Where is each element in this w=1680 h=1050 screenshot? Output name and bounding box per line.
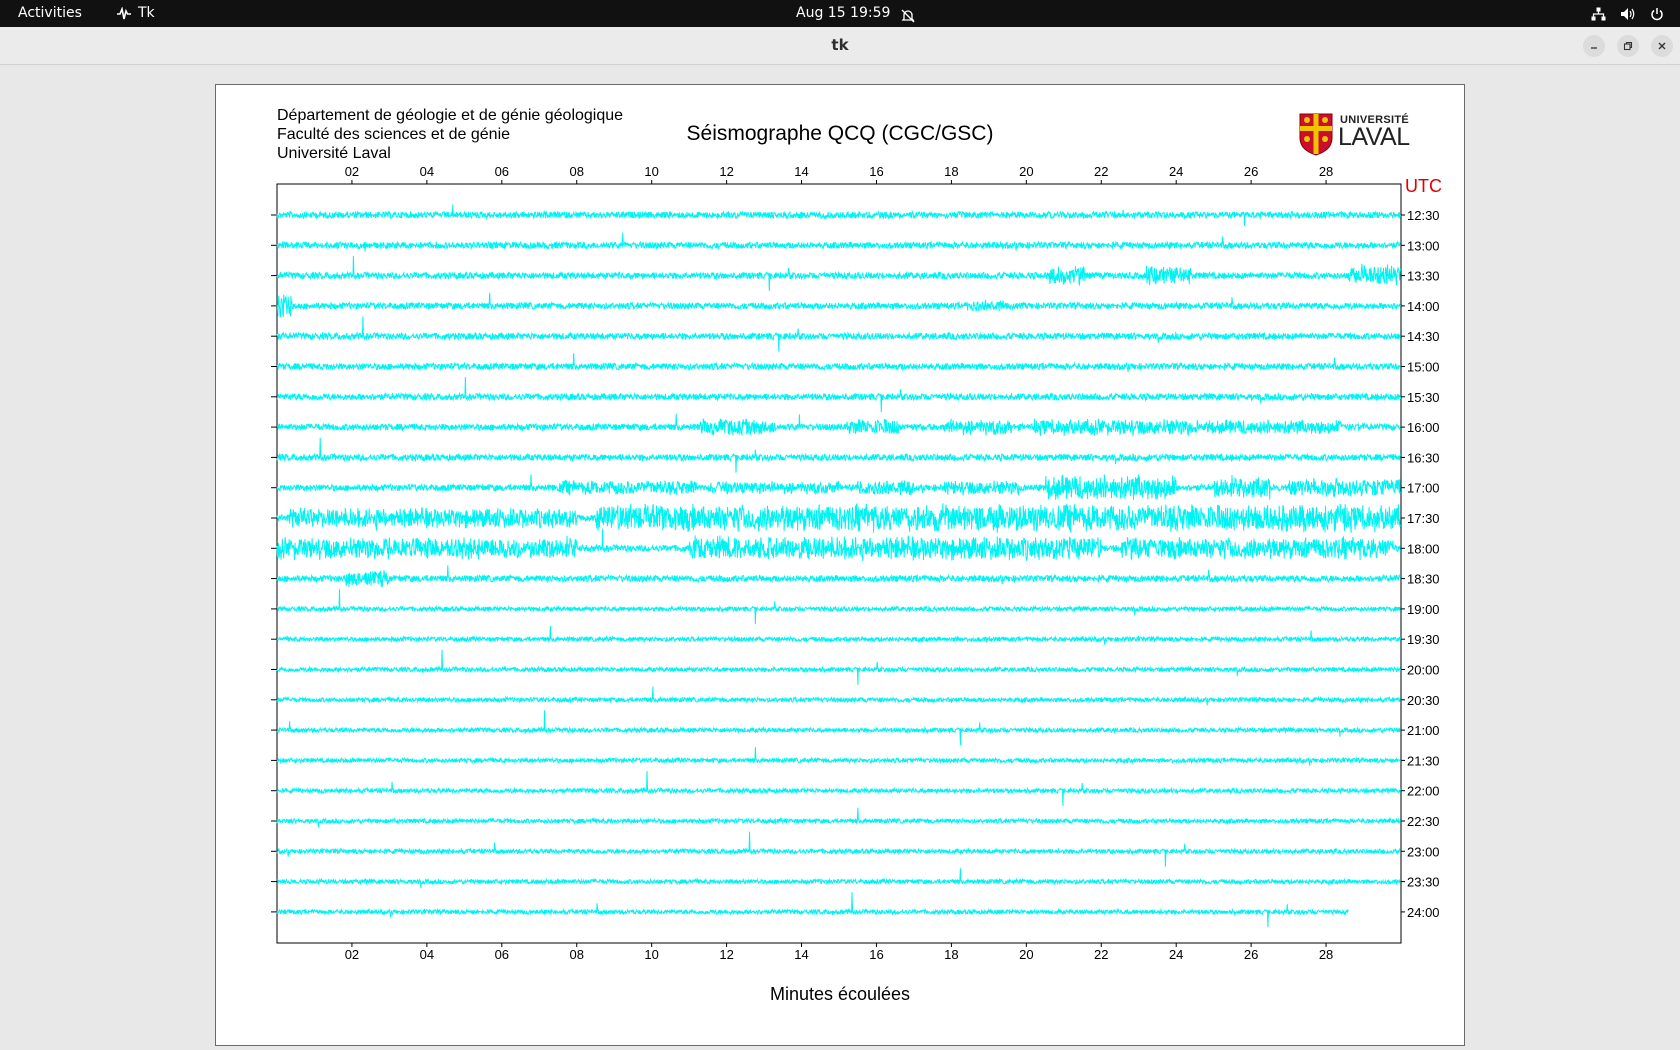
seismic-trace [276, 316, 1402, 352]
row-time-label: 20:30 [1407, 693, 1440, 708]
x-tick-label-bottom: 14 [794, 947, 808, 962]
seismic-trace [276, 502, 1402, 533]
seismic-trace [276, 649, 1402, 685]
x-tick-label-top: 16 [869, 164, 883, 179]
seismic-trace [276, 892, 1349, 928]
seismic-trace [276, 255, 1402, 291]
row-time-label: 13:30 [1407, 269, 1440, 284]
x-tick-label-bottom: 02 [345, 947, 359, 962]
row-time-label: 21:00 [1407, 723, 1440, 738]
x-tick-label-bottom: 04 [420, 947, 434, 962]
row-time-label: 16:00 [1407, 420, 1440, 435]
seismic-trace [276, 710, 1401, 746]
seismic-trace [276, 353, 1402, 373]
x-tick-label-top: 12 [719, 164, 733, 179]
x-tick-label-bottom: 18 [944, 947, 958, 962]
x-tick-label-bottom: 24 [1169, 947, 1183, 962]
seismic-trace [276, 589, 1401, 625]
row-time-label: 20:00 [1407, 663, 1440, 678]
row-time-label: 14:30 [1407, 329, 1440, 344]
row-time-label: 15:00 [1407, 360, 1440, 375]
row-time-label: 12:30 [1407, 208, 1440, 223]
x-tick-label-bottom: 28 [1319, 947, 1333, 962]
x-tick-label-bottom: 26 [1244, 947, 1258, 962]
row-time-label: 15:30 [1407, 390, 1440, 405]
seismic-trace [276, 565, 1402, 588]
row-time-label: 17:00 [1407, 481, 1440, 496]
helicorder-plot: 02 02 04 04 06 06 08 08 10 10 12 12 14 14 16 16 18 18 20 20… [271, 164, 1440, 962]
x-tick-label-top: 10 [644, 164, 658, 179]
row-time-label: 24:00 [1407, 905, 1440, 920]
x-tick-label-bottom: 06 [495, 947, 509, 962]
x-tick-label-bottom: 16 [869, 947, 883, 962]
row-time-label: 23:00 [1407, 844, 1440, 859]
seismic-trace [276, 831, 1401, 867]
x-tick-label-top: 22 [1094, 164, 1108, 179]
seismic-trace [276, 868, 1402, 889]
seismic-trace [276, 204, 1402, 226]
x-tick-label-top: 02 [345, 164, 359, 179]
row-time-label: 21:30 [1407, 753, 1440, 768]
row-time-label: 23:30 [1407, 875, 1440, 890]
row-time-label: 14:00 [1407, 299, 1440, 314]
x-tick-label-top: 20 [1019, 164, 1033, 179]
row-time-label: 16:30 [1407, 450, 1440, 465]
x-tick-label-top: 24 [1169, 164, 1183, 179]
x-tick-label-top: 04 [420, 164, 434, 179]
x-tick-label-top: 14 [794, 164, 808, 179]
x-tick-label-bottom: 08 [569, 947, 583, 962]
seismic-trace [276, 686, 1402, 706]
seismic-trace [276, 377, 1402, 413]
x-tick-label-top: 28 [1319, 164, 1333, 179]
row-time-label: 17:30 [1407, 511, 1440, 526]
seismic-trace [276, 770, 1402, 807]
x-tick-label-top: 18 [944, 164, 958, 179]
row-time-label: 18:30 [1407, 572, 1440, 587]
seismic-trace [276, 747, 1402, 766]
x-tick-label-bottom: 22 [1094, 947, 1108, 962]
x-tick-label-top: 08 [569, 164, 583, 179]
row-time-label: 18:00 [1407, 541, 1440, 556]
row-time-label: 13:00 [1407, 238, 1440, 253]
x-tick-label-bottom: 10 [644, 947, 658, 962]
x-tick-label-top: 26 [1244, 164, 1258, 179]
seismic-trace [276, 528, 1402, 562]
seismic-trace [276, 807, 1402, 828]
x-tick-label-top: 06 [495, 164, 509, 179]
row-time-label: 22:00 [1407, 784, 1440, 799]
x-tick-label-bottom: 20 [1019, 947, 1033, 962]
x-tick-label-bottom: 12 [719, 947, 733, 962]
row-time-label: 19:00 [1407, 602, 1440, 617]
seismic-trace [276, 232, 1401, 252]
seismic-trace [276, 437, 1402, 473]
seismic-trace [276, 474, 1402, 500]
seismic-trace [276, 625, 1402, 645]
seismic-trace [276, 413, 1402, 437]
seismic-trace [276, 292, 1402, 318]
row-time-label: 22:30 [1407, 814, 1440, 829]
row-time-label: 19:30 [1407, 632, 1440, 647]
